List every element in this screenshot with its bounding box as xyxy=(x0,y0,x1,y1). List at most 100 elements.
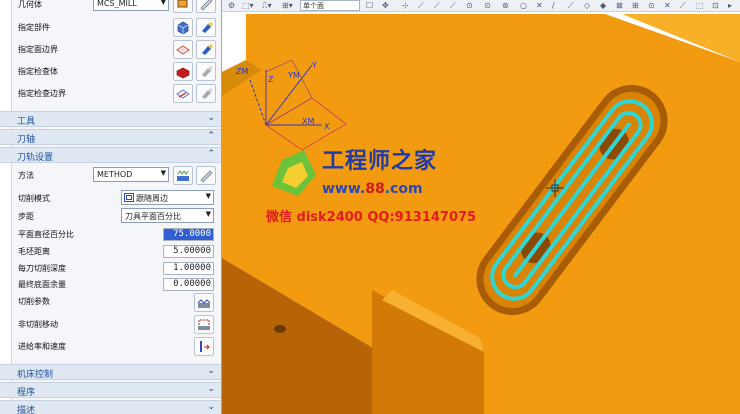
specify-check-boundary-row: 指定检查边界 xyxy=(0,84,221,104)
section-description-title: 描述 xyxy=(17,406,36,414)
geometry-select[interactable]: MCS_MILL ▼ xyxy=(93,0,169,11)
specify-check-body-label: 指定检查体 xyxy=(18,67,58,76)
snap-grid-icon[interactable]: ⊞ xyxy=(632,1,639,10)
flashlight-icon xyxy=(202,44,213,55)
snap-path-icon[interactable]: ⟋ xyxy=(680,1,686,11)
snap-tangent-icon[interactable]: ○ xyxy=(520,1,527,10)
cut-params-label: 切削参数 xyxy=(18,297,50,306)
depth-per-cut-label: 每刀切削深度 xyxy=(18,264,66,273)
section-path-settings-title: 刀轨设置 xyxy=(17,153,54,163)
filter-icon[interactable]: ⎍▾ xyxy=(262,1,272,11)
cut-pattern-label: 切削模式 xyxy=(18,194,50,203)
geometry-label: 几何体 xyxy=(18,0,42,9)
non-cut-moves-button[interactable] xyxy=(194,315,214,334)
selection-filter-select[interactable]: 单个面 xyxy=(300,0,360,11)
axis-label-zm: ZM xyxy=(236,67,248,76)
follow-periphery-icon xyxy=(124,193,134,202)
geometry-value: MCS_MILL xyxy=(97,0,137,8)
watermark-url-suffix: .com xyxy=(384,181,423,197)
display-part-button[interactable] xyxy=(196,18,216,37)
snap-ext-icon[interactable]: ⟋ xyxy=(568,1,574,11)
snap-arc-icon[interactable]: ⊛ xyxy=(502,1,509,10)
method-label: 方法 xyxy=(18,171,34,180)
section-path-settings[interactable]: 刀轨设置 ⌃ xyxy=(0,147,221,163)
snap-face-icon[interactable]: ◇ xyxy=(584,1,590,10)
flashlight-icon xyxy=(202,22,213,33)
specify-part-label: 指定部件 xyxy=(18,23,50,32)
snap-quadrant-icon[interactable]: ⊙ xyxy=(484,1,491,10)
snap-icon[interactable]: ⊞▾ xyxy=(282,1,293,10)
snap-end-icon[interactable]: ⟋ xyxy=(434,1,440,11)
stepover-select[interactable]: 刀具平面百分比 ▼ xyxy=(121,208,214,223)
select-part-button[interactable] xyxy=(173,18,193,37)
axis-label-x: X xyxy=(324,122,330,131)
display-check-body-button[interactable] xyxy=(196,62,216,81)
watermark-url-prefix: www. xyxy=(322,181,366,197)
select-check-boundary-button[interactable] xyxy=(173,84,193,103)
section-tool[interactable]: 工具 ⌄ xyxy=(0,111,221,127)
snap-all-icon[interactable]: ⬚ xyxy=(696,1,704,10)
final-floor-stock-label: 最终底面余量 xyxy=(18,280,66,289)
graphics-viewport[interactable]: ZM YM XM Z Y X 工程师之家 www.88.com 微信 disk2… xyxy=(222,0,740,414)
blank-distance-input[interactable]: 5.00000 xyxy=(163,245,214,258)
snap-intersect-icon[interactable]: ✕ xyxy=(536,1,543,10)
snap-mid-icon[interactable]: ⟋ xyxy=(450,1,456,11)
snap-perp-icon[interactable]: / xyxy=(552,1,555,10)
method-row: 方法 METHOD ▼ xyxy=(0,166,221,186)
snap-point-on-icon[interactable]: ⊙ xyxy=(648,1,655,10)
cut-params-icon xyxy=(197,299,211,308)
stepover-row: 步距 刀具平面百分比 ▼ xyxy=(0,207,221,227)
specify-check-body-row: 指定检查体 xyxy=(0,62,221,82)
select-boundary-button[interactable] xyxy=(173,40,193,59)
select-icon[interactable]: ⬚▾ xyxy=(242,1,254,10)
watermark-contact: 微信 disk2400 QQ:913147075 xyxy=(266,210,477,225)
section-tool-axis[interactable]: 刀轴 ⌃ xyxy=(0,129,221,145)
more-icon[interactable]: ▸ xyxy=(728,1,732,10)
flat-diameter-input[interactable]: 75.0000 xyxy=(163,228,214,241)
move-icon[interactable]: ✥ xyxy=(382,1,389,10)
final-floor-stock-input[interactable]: 0.00000 xyxy=(163,278,214,291)
toggle-icon[interactable]: ☐ xyxy=(366,1,373,10)
snap-bound-icon[interactable]: ⊠ xyxy=(616,1,623,10)
chevron-down-icon: ⌄ xyxy=(207,384,215,394)
geometry-row: 几何体 MCS_MILL ▼ xyxy=(0,0,221,14)
flashlight-disabled-icon xyxy=(202,88,213,99)
specify-face-boundary-label: 指定面边界 xyxy=(18,45,58,54)
gear-icon[interactable]: ⚙ xyxy=(228,1,235,10)
snap-clear-icon[interactable]: ✕ xyxy=(664,1,671,10)
cut-pattern-select[interactable]: 跟随周边 ▼ xyxy=(121,190,214,205)
snap-center-icon[interactable]: ⊙ xyxy=(466,1,473,10)
edit-method-button[interactable] xyxy=(196,166,216,185)
snap-pole-icon[interactable]: ◆ xyxy=(600,1,606,10)
depth-per-cut-input[interactable]: 1.00000 xyxy=(163,262,214,275)
operation-dialog: 几何体 MCS_MILL ▼ 指定部件 指定面边界 指定检查体 指定检查边界 工… xyxy=(0,0,222,414)
section-description[interactable]: 描述 ⌄ xyxy=(0,400,221,414)
select-check-body-button[interactable] xyxy=(173,62,193,81)
cut-pattern-value: 跟随周边 xyxy=(136,194,168,203)
snap-point-icon[interactable]: ⊹ xyxy=(402,1,409,10)
chevron-down-icon: ▼ xyxy=(205,210,211,218)
watermark-url: www.88.com xyxy=(322,181,423,197)
section-machine-control[interactable]: 机床控制 ⌄ xyxy=(0,364,221,380)
chevron-down-icon: ▼ xyxy=(160,169,166,177)
snap-line-icon[interactable]: ⟋ xyxy=(418,1,424,11)
chevron-down-icon: ⌄ xyxy=(207,113,215,123)
cut-params-row: 切削参数 xyxy=(0,292,221,312)
method-select[interactable]: METHOD ▼ xyxy=(93,167,169,182)
section-program[interactable]: 程序 ⌄ xyxy=(0,382,221,398)
new-method-button[interactable] xyxy=(173,166,193,185)
display-boundary-button[interactable] xyxy=(196,40,216,59)
flashlight-disabled-icon xyxy=(202,66,213,77)
view-icon[interactable]: ⊡ xyxy=(712,1,719,10)
axis-label-ym: YM xyxy=(287,71,300,80)
watermark-url-number: 88 xyxy=(365,181,385,197)
section-program-title: 程序 xyxy=(17,388,36,398)
cut-params-button[interactable] xyxy=(194,293,214,312)
feeds-speeds-button[interactable] xyxy=(194,337,214,356)
chevron-down-icon: ⌄ xyxy=(207,366,215,376)
new-geometry-button[interactable] xyxy=(173,0,193,13)
axis-label-y: Y xyxy=(311,61,317,70)
display-check-boundary-button[interactable] xyxy=(196,84,216,103)
edit-geometry-button[interactable] xyxy=(196,0,216,13)
chevron-down-icon: ▼ xyxy=(160,0,166,6)
